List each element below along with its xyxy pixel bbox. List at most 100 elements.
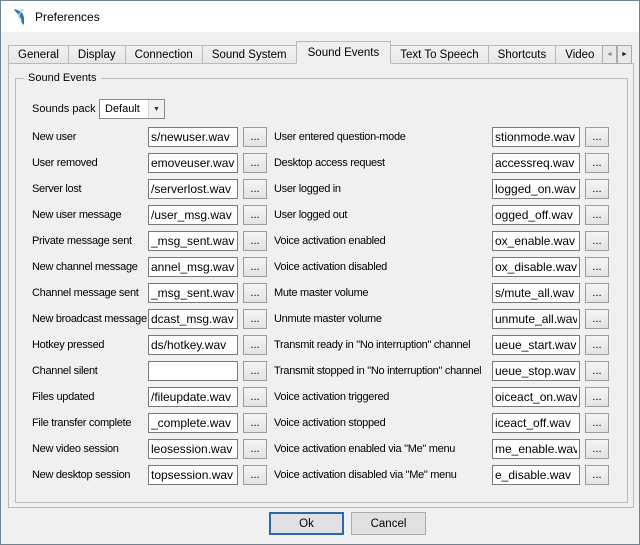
sound-event-label-channel-message-sent: Channel message sent (32, 287, 148, 299)
sound-events-groupbox: Sound Events Sounds pack Default ▼ New u… (15, 78, 628, 503)
sound-file-input-new-broadcast-message[interactable] (148, 309, 238, 329)
events-column-right: User entered question-mode... Desktop acc… (274, 124, 614, 488)
sound-event-row: Channel silent... (32, 358, 267, 384)
tab-connection[interactable]: Connection (125, 45, 203, 64)
tab-sound-events[interactable]: Sound Events (296, 41, 392, 64)
browse-button-user-entered-question-mode[interactable]: ... (585, 127, 609, 147)
sound-file-input-new-user-message[interactable] (148, 205, 238, 225)
sound-event-row: User entered question-mode... (274, 124, 614, 150)
sound-event-label-voice-activation-enabled-via-me-menu: Voice activation enabled via "Me" menu (274, 443, 492, 455)
tab-bar: GeneralDisplayConnectionSound SystemSoun… (8, 41, 602, 64)
ok-button[interactable]: Ok (269, 512, 344, 535)
sound-event-label-voice-activation-triggered: Voice activation triggered (274, 391, 492, 403)
tab-general[interactable]: General (8, 45, 69, 64)
sound-event-row: Transmit ready in "No interruption" chan… (274, 332, 614, 358)
browse-button-voice-activation-stopped[interactable]: ... (585, 413, 609, 433)
browse-button-files-updated[interactable]: ... (243, 387, 267, 407)
browse-button-voice-activation-enabled-via-me-menu[interactable]: ... (585, 439, 609, 459)
browse-button-transmit-stopped-in-no-interruption-channel[interactable]: ... (585, 361, 609, 381)
sound-event-row: Mute master volume... (274, 280, 614, 306)
sound-file-input-server-lost[interactable] (148, 179, 238, 199)
browse-button-new-user[interactable]: ... (243, 127, 267, 147)
sounds-pack-select[interactable]: Default ▼ (99, 99, 165, 119)
browse-button-desktop-access-request[interactable]: ... (585, 153, 609, 173)
sound-file-input-voice-activation-triggered[interactable] (492, 387, 580, 407)
browse-button-file-transfer-complete[interactable]: ... (243, 413, 267, 433)
sound-event-row: Voice activation disabled via "Me" menu.… (274, 462, 614, 488)
browse-button-hotkey-pressed[interactable]: ... (243, 335, 267, 355)
sound-file-input-transmit-ready-in-no-interruption-channel[interactable] (492, 335, 580, 355)
tab-scroll-right-button[interactable]: ► (617, 45, 632, 64)
browse-button-voice-activation-enabled[interactable]: ... (585, 231, 609, 251)
sound-event-label-voice-activation-enabled: Voice activation enabled (274, 235, 492, 247)
browse-button-unmute-master-volume[interactable]: ... (585, 309, 609, 329)
tab-display[interactable]: Display (68, 45, 126, 64)
sound-event-row: New user... (32, 124, 267, 150)
browse-button-channel-message-sent[interactable]: ... (243, 283, 267, 303)
browse-button-private-message-sent[interactable]: ... (243, 231, 267, 251)
sound-file-input-private-message-sent[interactable] (148, 231, 238, 251)
events-column-left: New user...User removed...Server lost...… (32, 124, 267, 488)
sound-event-row: Channel message sent... (32, 280, 267, 306)
browse-button-user-logged-in[interactable]: ... (585, 179, 609, 199)
sound-file-input-unmute-master-volume[interactable] (492, 309, 580, 329)
tab-shortcuts[interactable]: Shortcuts (488, 45, 557, 64)
browse-button-new-video-session[interactable]: ... (243, 439, 267, 459)
cancel-button[interactable]: Cancel (351, 512, 426, 535)
tab-sound-system[interactable]: Sound System (202, 45, 297, 64)
browse-button-transmit-ready-in-no-interruption-channel[interactable]: ... (585, 335, 609, 355)
sounds-pack-value: Default (105, 103, 140, 115)
browse-button-voice-activation-disabled-via-me-menu[interactable]: ... (585, 465, 609, 485)
sound-file-input-new-user[interactable] (148, 127, 238, 147)
sound-event-label-transmit-ready-in-no-interruption-channel: Transmit ready in "No interruption" chan… (274, 339, 492, 351)
browse-button-new-desktop-session[interactable]: ... (243, 465, 267, 485)
sound-event-label-private-message-sent: Private message sent (32, 235, 148, 247)
sound-event-row: New video session... (32, 436, 267, 462)
sound-event-label-new-user-message: New user message (32, 209, 148, 221)
browse-button-new-broadcast-message[interactable]: ... (243, 309, 267, 329)
tab-text-to-speech[interactable]: Text To Speech (390, 45, 488, 64)
sound-event-label-desktop-access-request: Desktop access request (274, 157, 492, 169)
sound-file-input-channel-message-sent[interactable] (148, 283, 238, 303)
sound-event-row: Voice activation triggered... (274, 384, 614, 410)
sound-event-label-hotkey-pressed: Hotkey pressed (32, 339, 148, 351)
sound-event-label-voice-activation-disabled-via-me-menu: Voice activation disabled via "Me" menu (274, 469, 492, 481)
browse-button-server-lost[interactable]: ... (243, 179, 267, 199)
sound-file-input-new-channel-message[interactable] (148, 257, 238, 277)
sound-file-input-voice-activation-enabled-via-me-menu[interactable] (492, 439, 580, 459)
sound-file-input-user-entered-question-mode[interactable] (492, 127, 580, 147)
sound-file-input-transmit-stopped-in-no-interruption-channel[interactable] (492, 361, 580, 381)
browse-button-user-logged-out[interactable]: ... (585, 205, 609, 225)
sound-file-input-voice-activation-stopped[interactable] (492, 413, 580, 433)
browse-button-voice-activation-triggered[interactable]: ... (585, 387, 609, 407)
sound-event-label-user-removed: User removed (32, 157, 148, 169)
sound-file-input-mute-master-volume[interactable] (492, 283, 580, 303)
sound-file-input-user-logged-in[interactable] (492, 179, 580, 199)
sound-file-input-voice-activation-disabled-via-me-menu[interactable] (492, 465, 580, 485)
sound-file-input-file-transfer-complete[interactable] (148, 413, 238, 433)
sound-file-input-new-video-session[interactable] (148, 439, 238, 459)
sound-file-input-voice-activation-disabled[interactable] (492, 257, 580, 277)
sound-file-input-hotkey-pressed[interactable] (148, 335, 238, 355)
sound-file-input-files-updated[interactable] (148, 387, 238, 407)
sound-file-input-desktop-access-request[interactable] (492, 153, 580, 173)
browse-button-channel-silent[interactable]: ... (243, 361, 267, 381)
sound-event-label-user-entered-question-mode: User entered question-mode (274, 131, 492, 143)
browse-button-mute-master-volume[interactable]: ... (585, 283, 609, 303)
sound-event-row: User logged out... (274, 202, 614, 228)
browse-button-user-removed[interactable]: ... (243, 153, 267, 173)
sound-file-input-user-removed[interactable] (148, 153, 238, 173)
sound-event-row: Hotkey pressed... (32, 332, 267, 358)
sound-file-input-user-logged-out[interactable] (492, 205, 580, 225)
tab-scroll-left-button[interactable]: ◄ (602, 45, 617, 64)
sound-file-input-channel-silent[interactable] (148, 361, 238, 381)
sound-file-input-voice-activation-enabled[interactable] (492, 231, 580, 251)
sound-file-input-new-desktop-session[interactable] (148, 465, 238, 485)
tab-video[interactable]: Video (555, 45, 602, 64)
sounds-pack-label: Sounds pack (32, 103, 96, 115)
browse-button-new-channel-message[interactable]: ... (243, 257, 267, 277)
browse-button-voice-activation-disabled[interactable]: ... (585, 257, 609, 277)
sound-event-label-transmit-stopped-in-no-interruption-channel: Transmit stopped in "No interruption" ch… (274, 365, 492, 377)
browse-button-new-user-message[interactable]: ... (243, 205, 267, 225)
groupbox-title: Sound Events (24, 72, 101, 84)
